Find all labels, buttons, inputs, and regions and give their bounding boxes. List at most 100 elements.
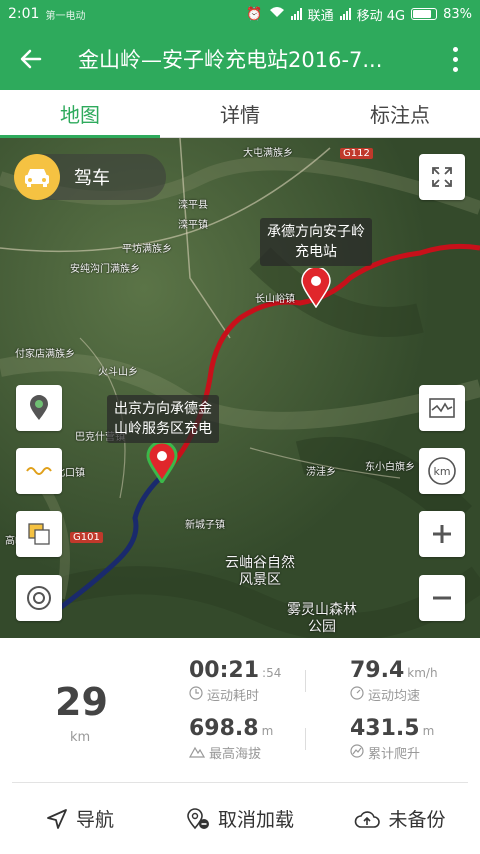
- minus-icon: [433, 596, 451, 600]
- navigate-button[interactable]: 导航: [0, 783, 160, 854]
- locate-icon: [27, 586, 51, 610]
- clock-icon: [189, 685, 203, 704]
- signal-icon-2: [339, 8, 351, 20]
- navigation-arrow-icon: [47, 808, 67, 829]
- dot-icon: [452, 56, 458, 62]
- zoom-out-button[interactable]: [419, 575, 465, 621]
- locate-button[interactable]: [16, 575, 62, 621]
- end-marker-icon[interactable]: [300, 268, 332, 308]
- climb-unit: m: [422, 724, 435, 738]
- cancel-load-button[interactable]: 取消加载: [160, 783, 320, 854]
- zoom-in-button[interactable]: [419, 511, 465, 557]
- navigate-label: 导航: [75, 809, 114, 831]
- divider: [305, 728, 306, 750]
- carrier-1: 联通: [307, 8, 334, 24]
- tab-details[interactable]: 详情: [160, 90, 320, 137]
- mountain-icon: [188, 744, 206, 762]
- place-label: 平坊满族乡: [122, 244, 172, 255]
- backup-label: 未备份: [388, 809, 446, 831]
- car-icon: [14, 154, 60, 200]
- cloud-upload-icon: [355, 810, 381, 828]
- distance-value: 29: [55, 680, 108, 724]
- svg-text:km: km: [433, 465, 450, 478]
- place-label: 火斗山乡: [98, 367, 138, 378]
- start-point-callout[interactable]: 出京方向承德金 山岭服务区充电: [107, 395, 219, 443]
- backup-button[interactable]: 未备份: [320, 783, 480, 854]
- duration-stat: 00:21:54 运动耗时: [189, 658, 281, 704]
- duration-seconds: :54: [262, 666, 282, 680]
- track-style-button[interactable]: [16, 448, 62, 494]
- map-view[interactable]: 大屯满族乡 滦平县 滦平镇 平坊满族乡 安纯沟门满族乡 付家店满族乡 火斗山乡 …: [0, 138, 480, 638]
- tab-bar: 地图 详情 标注点: [0, 90, 480, 138]
- cancel-load-label: 取消加载: [217, 809, 294, 831]
- place-label: 大屯满族乡: [243, 148, 293, 159]
- altitude-stat: 698.8 m 最高海拔: [188, 716, 274, 762]
- duration-label: 运动耗时: [207, 689, 260, 704]
- tab-map[interactable]: 地图: [0, 90, 160, 138]
- place-label: 付家店满族乡: [15, 349, 75, 360]
- place-label: 涝洼乡: [306, 467, 336, 478]
- altitude-label: 最高海拔: [209, 747, 262, 762]
- place-label: 长山峪镇: [255, 294, 295, 305]
- drive-mode-chip[interactable]: 驾车: [14, 154, 166, 200]
- wifi-icon: [269, 6, 285, 22]
- speed-unit: km/h: [407, 666, 438, 680]
- status-time: 2:01: [8, 6, 40, 22]
- altitude-unit: m: [261, 724, 274, 738]
- back-button[interactable]: [0, 28, 62, 90]
- signal-icon: [290, 8, 302, 20]
- altitude-value: 698.8: [189, 716, 259, 741]
- location-pin-icon: [30, 395, 48, 420]
- place-label: 新城子镇: [185, 520, 225, 531]
- battery-percent: 83%: [443, 6, 472, 22]
- plus-icon: [433, 525, 451, 543]
- place-label: 滦平镇: [178, 220, 208, 231]
- pin-remove-icon: [187, 807, 209, 829]
- layers-icon: [28, 523, 50, 545]
- place-label: 东小白旗乡: [365, 462, 415, 473]
- start-marker-icon[interactable]: [146, 443, 178, 483]
- dot-icon: [452, 46, 458, 52]
- map-layers-button[interactable]: [16, 511, 62, 557]
- expand-icon: [432, 167, 452, 187]
- divider: [305, 670, 306, 692]
- app-bar: 金山岭—安子岭充电站2016-7...: [0, 28, 480, 90]
- dot-icon: [452, 66, 458, 72]
- status-watermark: 第一电动: [45, 10, 86, 22]
- tab-markers[interactable]: 标注点: [320, 90, 480, 137]
- speed-stat: 79.4 km/h 运动均速: [350, 658, 438, 704]
- track-stats-panel: 29 km 00:21:54 运动耗时 79.4 km/h 运动均速 698.8 m…: [0, 638, 480, 783]
- climb-label: 累计爬升: [368, 747, 421, 762]
- speed-icon: [350, 685, 364, 704]
- fullscreen-button[interactable]: [419, 154, 465, 200]
- climb-icon: [350, 743, 364, 762]
- road-shield: G112: [340, 148, 373, 159]
- speed-value: 79.4: [350, 658, 405, 683]
- page-title: 金山岭—安子岭充电站2016-7...: [78, 48, 383, 72]
- marker-button[interactable]: [16, 385, 62, 431]
- speed-label: 运动均速: [368, 689, 421, 704]
- distance-unit: km: [70, 730, 91, 745]
- wave-icon: [26, 467, 52, 475]
- km-icon: km: [428, 457, 456, 485]
- climb-value: 431.5: [350, 716, 420, 741]
- place-label: 云岫谷自然风景区: [225, 555, 295, 588]
- chart-icon: [429, 398, 455, 418]
- more-menu-button[interactable]: [430, 28, 480, 90]
- elevation-chart-button[interactable]: [419, 385, 465, 431]
- place-label: 雾灵山森林公园: [287, 602, 357, 635]
- alarm-icon: ⏰: [246, 6, 263, 22]
- bottom-action-bar: 导航 取消加载 未备份: [0, 783, 480, 854]
- place-label: 安纯沟门满族乡: [70, 264, 140, 275]
- climb-stat: 431.5 m 累计爬升: [350, 716, 434, 762]
- place-label: 滦平县: [178, 200, 208, 211]
- km-markers-button[interactable]: km: [419, 448, 465, 494]
- duration-value: 00:21: [189, 658, 260, 683]
- status-bar: 2:01 第一电动 ⏰ 联通 移动 4G 83%: [0, 0, 480, 28]
- arrow-left-icon: [20, 49, 42, 69]
- drive-mode-label: 驾车: [74, 168, 110, 189]
- carrier-2: 移动 4G: [356, 8, 406, 24]
- road-shield: G101: [70, 532, 103, 543]
- battery-icon: [411, 8, 438, 20]
- end-point-callout[interactable]: 承德方向安子岭 充电站: [260, 218, 372, 266]
